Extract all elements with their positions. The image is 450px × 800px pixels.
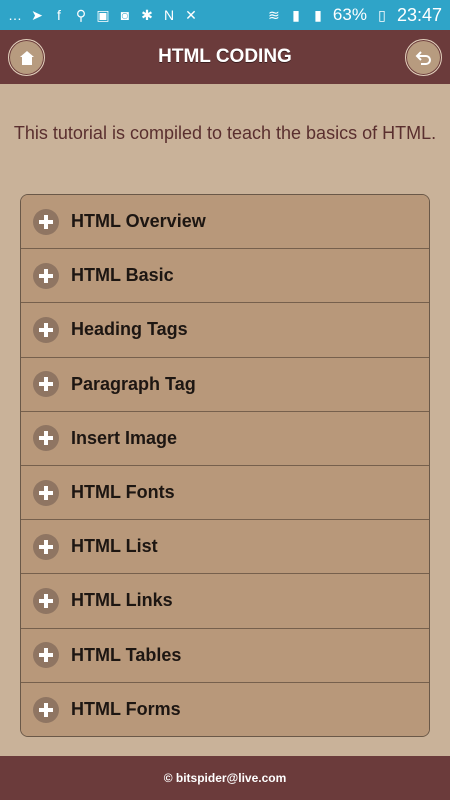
plus-icon: [33, 587, 59, 614]
location-icon: ➤: [31, 7, 43, 23]
plus-icon: [33, 696, 59, 723]
facebook-icon: f: [57, 7, 61, 23]
plus-icon: [33, 371, 59, 398]
nfc-icon: N: [163, 7, 175, 23]
image-icon: ▣: [96, 7, 110, 23]
menu-item-insert-image[interactable]: Insert Image: [21, 411, 429, 466]
signal-4g-icon: ▮: [314, 7, 322, 23]
menu-item-html-overview[interactable]: HTML Overview: [21, 195, 429, 250]
menu-item-label: HTML Tables: [71, 644, 182, 665]
footer: © bitspider@live.com: [0, 756, 450, 800]
plus-icon: [33, 316, 59, 343]
usb-icon: ⚲: [75, 7, 87, 23]
menu-item-html-tables[interactable]: HTML Tables: [21, 628, 429, 683]
menu-item-label: HTML Overview: [71, 211, 206, 232]
app-bar: HTML CODING: [0, 30, 450, 84]
home-button[interactable]: [8, 39, 45, 76]
back-icon: [415, 50, 431, 65]
plus-icon: [33, 479, 59, 506]
signal-3g-icon: ▮: [292, 7, 300, 23]
menu-item-label: HTML Forms: [71, 699, 181, 720]
plus-icon: [33, 262, 59, 289]
menu-item-html-basic[interactable]: HTML Basic: [21, 249, 429, 304]
plus-icon: [33, 642, 59, 669]
menu-item-label: Insert Image: [71, 427, 178, 448]
status-right: ≋ ▮ ▮ 63% ▯ 23:47: [267, 5, 442, 26]
home-icon: [19, 50, 34, 65]
clock: 23:47: [396, 4, 442, 25]
menu-item-paragraph-tag[interactable]: Paragraph Tag: [21, 357, 429, 412]
menu-item-label: Heading Tags: [71, 319, 188, 340]
mute-icon: ✕: [185, 7, 197, 23]
menu-item-label: Paragraph Tag: [71, 373, 196, 394]
footer-copyright: © bitspider@live.com: [163, 771, 287, 785]
plus-icon: [33, 533, 59, 560]
menu-item-label: HTML Fonts: [71, 482, 175, 503]
topic-menu: HTML Overview HTML Basic Heading Tags Pa…: [20, 194, 430, 737]
status-left: … ➤ f ⚲ ▣ ◙ ✱ N ✕: [8, 8, 198, 22]
status-bar: … ➤ f ⚲ ▣ ◙ ✱ N ✕ ≋ ▮ ▮ 63% ▯ 23:47: [0, 0, 450, 30]
menu-item-heading-tags[interactable]: Heading Tags: [21, 303, 429, 358]
battery-icon: ▯: [378, 7, 386, 23]
camera-icon: ◙: [120, 7, 130, 23]
menu-item-label: HTML Basic: [71, 265, 174, 286]
bluetooth-icon: ✱: [141, 7, 153, 23]
plus-icon: [33, 425, 59, 452]
plus-icon: [33, 208, 59, 235]
page-title: HTML CODING: [158, 46, 292, 67]
back-button[interactable]: [405, 39, 442, 76]
menu-item-label: HTML List: [71, 536, 158, 557]
menu-item-html-fonts[interactable]: HTML Fonts: [21, 465, 429, 521]
wifi-icon: ≋: [268, 7, 280, 23]
menu-item-html-forms[interactable]: HTML Forms: [21, 682, 429, 736]
battery-percent: 63%: [332, 5, 367, 24]
menu-item-html-list[interactable]: HTML List: [21, 520, 429, 575]
messages-icon: …: [8, 7, 22, 23]
menu-item-html-links[interactable]: HTML Links: [21, 574, 429, 629]
intro-text: This tutorial is compiled to teach the b…: [13, 123, 437, 143]
menu-item-label: HTML Links: [71, 590, 173, 611]
